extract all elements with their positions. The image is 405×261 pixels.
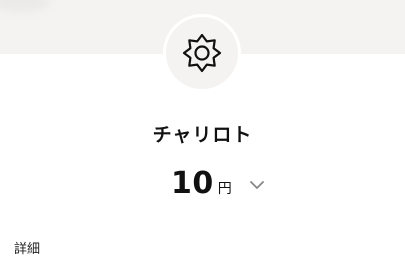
payment-confirmation: チャリロト 10 円 詳細 (0, 0, 405, 261)
recipient-name: チャリロト (152, 124, 253, 146)
amount-display: 10 円 (171, 166, 232, 206)
amount-unit: 円 (217, 181, 232, 197)
header-decoration (0, 0, 50, 12)
recipient-avatar (163, 14, 241, 92)
sun-icon (182, 33, 222, 73)
amount-value: 10 (171, 166, 214, 201)
details-label: 詳細 (14, 242, 41, 257)
chevron-down-icon[interactable] (248, 177, 266, 191)
